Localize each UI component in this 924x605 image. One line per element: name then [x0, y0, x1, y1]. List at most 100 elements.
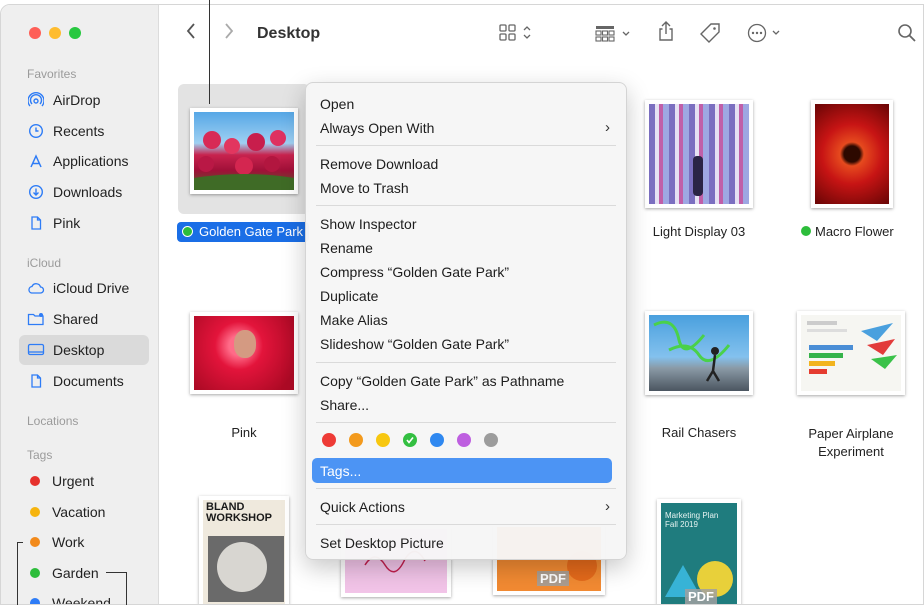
sidebar-item-shared[interactable]: Shared: [19, 304, 149, 334]
thumbnail-image: Marketing Plan Fall 2019 PDF: [657, 499, 741, 604]
sidebar-item-documents[interactable]: Documents: [19, 366, 149, 396]
tag-red-button[interactable]: [322, 433, 336, 447]
sidebar-tag-garden[interactable]: Garden: [19, 558, 149, 588]
tag-purple-button[interactable]: [457, 433, 471, 447]
thumbnail-image: [190, 312, 298, 394]
sidebar-item-airdrop[interactable]: AirDrop: [19, 85, 149, 115]
tag-green-button[interactable]: [403, 433, 417, 447]
tag-yellow-button[interactable]: [376, 433, 390, 447]
sidebar-item-label: Urgent: [52, 473, 95, 489]
menu-item-make-alias[interactable]: Make Alias: [320, 312, 388, 328]
icloud-header: iCloud: [27, 256, 62, 270]
tag-orange-button[interactable]: [349, 433, 363, 447]
sidebar-item-label: Downloads: [53, 184, 123, 200]
finder-window: Favorites AirDrop Recents Applications D…: [0, 4, 924, 605]
document-icon: [27, 215, 45, 231]
menu-item-tags[interactable]: Tags...: [320, 463, 361, 479]
menu-separator: [316, 362, 616, 363]
sidebar-tag-urgent[interactable]: Urgent: [19, 466, 149, 496]
more-actions-icon[interactable]: [747, 23, 785, 48]
group-icon[interactable]: [595, 25, 635, 48]
file-label: Rail Chasers: [661, 425, 737, 440]
context-menu: Open Always Open With › Remove Download …: [305, 82, 627, 560]
airdrop-icon: [27, 92, 45, 108]
tag-icon[interactable]: [699, 22, 721, 49]
sidebar-item-recents[interactable]: Recents: [19, 116, 149, 146]
window-title: Desktop: [257, 25, 321, 42]
menu-item-rename[interactable]: Rename: [320, 240, 373, 256]
document-icon: [27, 373, 45, 389]
window-controls: [29, 27, 81, 39]
tags-header: Tags: [27, 448, 53, 462]
sidebar-item-label: Applications: [53, 153, 129, 169]
tag-dot-icon: [182, 226, 193, 237]
tag-color-row: [322, 433, 498, 447]
file-label: Macro Flower: [815, 224, 894, 239]
chevron-right-icon: ›: [605, 119, 610, 136]
menu-separator: [316, 145, 616, 146]
menu-item-move-to-trash[interactable]: Move to Trash: [320, 180, 409, 196]
sidebar-item-icloud-drive[interactable]: iCloud Drive: [19, 273, 149, 303]
checkmark-icon: [406, 437, 414, 444]
menu-item-slideshow[interactable]: Slideshow “Golden Gate Park”: [320, 336, 509, 352]
menu-item-compress[interactable]: Compress “Golden Gate Park”: [320, 264, 509, 280]
thumbnail-image: [645, 311, 753, 395]
menu-separator: [316, 488, 616, 489]
sidebar-item-downloads[interactable]: Downloads: [19, 177, 149, 207]
sidebar-item-label: Recents: [53, 123, 105, 139]
sidebar-item-pink[interactable]: Pink: [19, 208, 149, 238]
pdf-badge: PDF: [537, 571, 569, 586]
tag-dot-icon: [30, 507, 40, 517]
menu-item-quick-actions[interactable]: Quick Actions: [320, 499, 405, 515]
tag-blue-button[interactable]: [430, 433, 444, 447]
favorites-header: Favorites: [27, 67, 77, 81]
sidebar-tag-weekend[interactable]: Weekend: [19, 588, 149, 605]
menu-item-duplicate[interactable]: Duplicate: [320, 288, 378, 304]
thumbnail-image: BLAND WORKSHOP: [199, 496, 289, 604]
tag-dot-icon: [801, 226, 811, 236]
sidebar-item-label: Weekend: [52, 595, 111, 605]
forward-icon[interactable]: [223, 22, 235, 45]
desktop-icon: [27, 342, 45, 358]
thumbnail-image: [797, 311, 905, 395]
menu-item-show-inspector[interactable]: Show Inspector: [320, 216, 417, 232]
minimize-button[interactable]: [49, 27, 61, 39]
menu-item-copy-pathname[interactable]: Copy “Golden Gate Park” as Pathname: [320, 373, 564, 389]
tag-dot-icon: [30, 568, 40, 578]
callout-line: [17, 542, 18, 605]
applications-icon: [27, 153, 45, 169]
sidebar-item-applications[interactable]: Applications: [19, 146, 149, 176]
sidebar-item-label: Shared: [53, 311, 99, 327]
thumbnail-image: [190, 108, 298, 194]
thumbnail-image: [811, 100, 893, 208]
sidebar-item-label: AirDrop: [53, 92, 101, 108]
sidebar-tag-work[interactable]: Work: [19, 527, 149, 557]
share-icon[interactable]: [657, 20, 675, 47]
menu-item-set-desktop-picture[interactable]: Set Desktop Picture: [320, 535, 444, 551]
locations-header: Locations: [27, 414, 79, 428]
tag-gray-button[interactable]: [484, 433, 498, 447]
callout-line: [209, 0, 210, 104]
menu-item-remove-download[interactable]: Remove Download: [320, 156, 438, 172]
sidebar-item-label: Documents: [53, 373, 124, 389]
callout-line: [106, 572, 126, 573]
back-icon[interactable]: [185, 22, 197, 45]
sidebar-item-desktop[interactable]: Desktop: [19, 335, 149, 365]
file-label: Golden Gate Park: [177, 222, 309, 242]
close-button[interactable]: [29, 27, 41, 39]
menu-item-share[interactable]: Share...: [320, 397, 369, 413]
sidebar-tag-vacation[interactable]: Vacation: [19, 497, 149, 527]
pdf-badge: PDF: [685, 589, 717, 604]
search-icon[interactable]: [897, 23, 917, 48]
menu-item-always-open-with[interactable]: Always Open With: [320, 120, 434, 136]
callout-line: [126, 572, 127, 605]
clock-icon: [27, 123, 45, 139]
menu-item-open[interactable]: Open: [320, 96, 354, 112]
icon-view-icon[interactable]: [499, 24, 535, 47]
file-label: Pink: [231, 425, 257, 440]
tag-dot-icon: [30, 537, 40, 547]
sidebar-item-label: Vacation: [52, 504, 106, 520]
sidebar: Favorites AirDrop Recents Applications D…: [1, 5, 159, 604]
zoom-button[interactable]: [69, 27, 81, 39]
poster-title: BLAND WORKSHOP: [206, 501, 272, 524]
